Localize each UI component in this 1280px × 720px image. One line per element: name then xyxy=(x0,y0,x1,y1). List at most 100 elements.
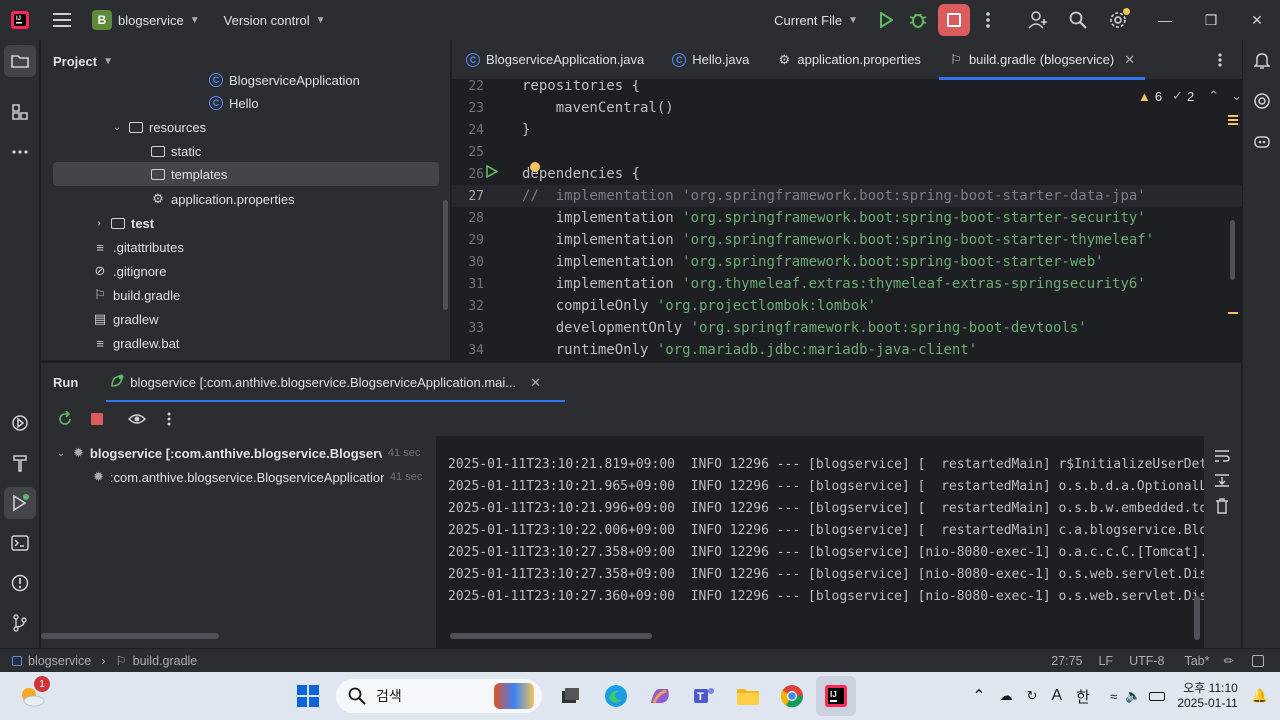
add-user-icon[interactable] xyxy=(1022,4,1054,36)
log-line[interactable]: 2025-01-11T23:10:27.360+09:00 INFO 12296… xyxy=(448,585,1204,607)
chevron-down-icon[interactable]: ⌄ xyxy=(55,448,67,459)
tree-item-hello[interactable]: C Hello xyxy=(209,91,259,115)
code-line[interactable]: 23 mavenCentral() xyxy=(452,97,1242,119)
run-tree-scrollbar[interactable] xyxy=(41,633,219,639)
rerun-icon[interactable] xyxy=(53,407,77,431)
clock[interactable]: 오후 11:10 2025-01-11 xyxy=(1177,681,1238,711)
taskbar-search-box[interactable]: 검색 xyxy=(336,679,542,713)
font-icon[interactable]: A xyxy=(1052,687,1063,705)
tab-build-gradle[interactable]: ⚐ build.gradle (blogservice) ✕ xyxy=(935,40,1149,80)
chevron-right-icon[interactable]: › xyxy=(93,218,105,229)
console-output[interactable]: 2025-01-11T23:10:21.819+09:00 INFO 12296… xyxy=(438,436,1204,648)
code-line[interactable]: 26 dependencies { xyxy=(452,163,1242,185)
intellij-logo-icon[interactable]: IJ xyxy=(4,4,36,36)
intention-bulb-icon[interactable] xyxy=(530,162,540,172)
more-tools-icon[interactable] xyxy=(4,136,36,168)
run-tree-item-root[interactable]: ⌄ ✹ blogservice [:com.anthive.blogservic… xyxy=(55,441,425,465)
tree-item-application-properties[interactable]: ⚙ application.properties xyxy=(151,187,294,211)
services-tool-icon[interactable] xyxy=(4,407,36,439)
battery-icon[interactable] xyxy=(1149,691,1166,701)
onedrive-icon[interactable]: ☁ xyxy=(1000,688,1013,704)
file-encoding[interactable]: UTF-8 xyxy=(1129,654,1164,668)
warning-stripe[interactable] xyxy=(1228,115,1238,117)
tree-item-static[interactable]: static xyxy=(151,139,201,163)
code-line[interactable]: 24} xyxy=(452,119,1242,141)
code-line[interactable]: 32 compileOnly 'org.projectlombok:lombok… xyxy=(452,295,1242,317)
build-tool-icon[interactable] xyxy=(4,447,36,479)
caret-position[interactable]: 27:75 xyxy=(1051,654,1082,668)
run-icon[interactable] xyxy=(870,4,902,36)
close-tab-icon[interactable]: ✕ xyxy=(1124,52,1135,68)
breadcrumb-file[interactable]: build.gradle xyxy=(133,654,198,668)
editor-scrollbar[interactable] xyxy=(1230,220,1235,280)
windows-start-icon[interactable] xyxy=(288,676,328,716)
ai-assistant-icon[interactable] xyxy=(1246,85,1278,117)
copilot-icon[interactable] xyxy=(1246,125,1278,157)
clear-all-icon[interactable] xyxy=(1206,490,1238,522)
file-explorer-icon[interactable] xyxy=(728,676,768,716)
code-editor[interactable]: 22 repositories {23 mavenCentral() 24} 25 26… xyxy=(452,80,1242,360)
console-v-scrollbar[interactable] xyxy=(1194,596,1200,640)
tree-item-blogserviceapplication[interactable]: C BlogserviceApplication xyxy=(209,68,360,92)
chevron-up-icon[interactable]: ⌃ xyxy=(972,686,985,706)
debug-icon[interactable] xyxy=(902,4,934,36)
code-line[interactable]: 33 developmentOnly 'org.springframework.… xyxy=(452,317,1242,339)
line-separator[interactable]: LF xyxy=(1098,654,1113,668)
problems-tool-icon[interactable] xyxy=(4,567,36,599)
tree-item-gitattributes[interactable]: ≡ .gitattributes xyxy=(93,235,184,259)
memory-indicator-icon[interactable] xyxy=(1252,654,1264,667)
stop-icon[interactable] xyxy=(85,407,109,431)
run-tab[interactable]: blogservice [:com.anthive.blogservice.Bl… xyxy=(102,363,566,403)
indent-setting[interactable]: Tab* xyxy=(1184,654,1209,668)
volume-icon[interactable]: 🔈 xyxy=(1125,688,1141,704)
structure-tool-icon[interactable] xyxy=(4,96,36,128)
run-tree-item-child[interactable]: ✹ :com.anthive.blogservice.BlogserviceAp… xyxy=(93,465,425,489)
log-line[interactable]: 2025-01-11T23:10:22.006+09:00 INFO 12296… xyxy=(448,519,1204,541)
close-tab-icon[interactable]: ✕ xyxy=(530,375,541,391)
run-tool-icon[interactable] xyxy=(4,487,36,519)
intellij-taskbar-icon[interactable]: IJ xyxy=(816,676,856,716)
tab-hello-java[interactable]: C Hello.java xyxy=(658,40,763,80)
read-only-lock-icon[interactable]: ✏ xyxy=(1224,653,1234,668)
tree-item-resources[interactable]: ⌄ resources xyxy=(111,115,206,139)
project-tool-icon[interactable] xyxy=(4,45,36,77)
log-line[interactable]: 2025-01-11T23:10:27.358+09:00 INFO 12296… xyxy=(448,563,1204,585)
tree-item-gradlew[interactable]: ▤ gradlew xyxy=(93,307,159,331)
weather-widget-icon[interactable]: 1 xyxy=(12,676,52,716)
stop-button[interactable] xyxy=(938,4,970,36)
search-icon[interactable] xyxy=(1062,4,1094,36)
copilot-app-icon[interactable] xyxy=(640,676,680,716)
log-line[interactable]: 2025-01-11T23:10:21.965+09:00 INFO 12296… xyxy=(448,475,1204,497)
notification-bell-icon[interactable]: 🔔 xyxy=(1252,688,1268,704)
tree-item-test[interactable]: › test xyxy=(93,211,154,235)
code-line[interactable]: 31 implementation 'org.thymeleaf.extras:… xyxy=(452,273,1242,295)
code-line[interactable]: 27 // implementation 'org.springframework… xyxy=(452,185,1242,207)
tab-application-properties[interactable]: ⚙ application.properties xyxy=(763,40,935,80)
notifications-icon[interactable] xyxy=(1246,45,1278,77)
ime-indicator[interactable]: 한 xyxy=(1076,686,1090,707)
minimize-button[interactable]: — xyxy=(1142,0,1188,40)
code-line[interactable]: 29 implementation 'org.springframework.b… xyxy=(452,229,1242,251)
git-tool-icon[interactable] xyxy=(4,607,36,639)
project-scrollbar[interactable] xyxy=(443,200,448,310)
terminal-tool-icon[interactable] xyxy=(4,527,36,559)
tree-item-build-gradle[interactable]: ⚐ build.gradle xyxy=(93,283,180,307)
code-line[interactable]: 28 implementation 'org.springframework.b… xyxy=(452,207,1242,229)
more-actions-icon[interactable] xyxy=(972,4,1004,36)
tree-item-templates[interactable]: templates xyxy=(53,162,439,186)
warning-stripe[interactable] xyxy=(1228,119,1238,121)
edge-browser-icon[interactable] xyxy=(596,676,636,716)
code-line[interactable]: 22 repositories { xyxy=(452,80,1242,97)
warning-stripe[interactable] xyxy=(1228,123,1238,125)
run-config-selector[interactable]: Current File ▼ xyxy=(774,13,858,28)
tree-item-gradlew-bat[interactable]: ≡ gradlew.bat xyxy=(93,331,179,355)
log-line[interactable]: 2025-01-11T23:10:27.358+09:00 INFO 12296… xyxy=(448,541,1204,563)
chevron-down-icon[interactable]: ⌄ xyxy=(111,122,123,133)
close-window-button[interactable]: ✕ xyxy=(1234,0,1280,40)
version-control-menu[interactable]: Version control ▼ xyxy=(224,13,326,28)
restore-button[interactable]: ❐ xyxy=(1188,0,1234,40)
show-view-icon[interactable] xyxy=(125,407,149,431)
tree-item-gitignore[interactable]: ⊘ .gitignore xyxy=(93,259,167,283)
chrome-icon[interactable] xyxy=(772,676,812,716)
tab-blogserviceapplication-java[interactable]: C BlogserviceApplication.java xyxy=(452,40,658,80)
